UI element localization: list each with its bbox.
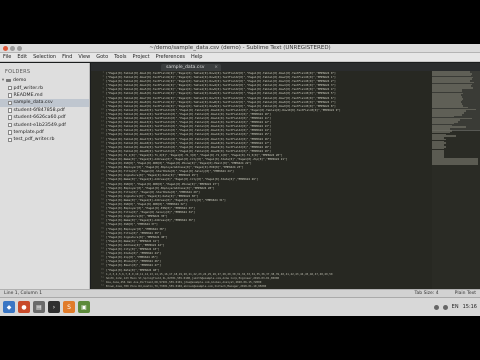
menu-goto[interactable]: Goto	[96, 54, 108, 60]
files-icon[interactable]: ▤	[33, 301, 45, 313]
editor-pane[interactable]: 1 2 3 4 5 6 7 8 9 10 11 12 13 14 15 16 17 18 19 20 21 22 23 24 2…	[91, 71, 480, 289]
menu-find[interactable]: Find	[62, 54, 72, 60]
menu-tools[interactable]: Tools	[114, 54, 126, 60]
app-launcher-icon[interactable]: ◆	[3, 301, 15, 313]
file-icon	[8, 108, 12, 113]
app-icon[interactable]: ▣	[78, 301, 90, 313]
code-line[interactable]: Brown,Alex,789 Pine Rd,Austin,TX,73301,5…	[106, 284, 432, 288]
tab-bar: sample_data.csv ×	[91, 63, 480, 71]
minimap[interactable]	[432, 71, 480, 289]
file-icon	[8, 93, 12, 98]
status-right: Tab Size: 4 Plain Text	[415, 291, 476, 296]
file-icon	[8, 137, 12, 143]
sidebar-file-label: test_pdf_writer.rb	[13, 137, 55, 143]
sidebar-file-item[interactable]: template.pdf	[0, 129, 89, 136]
file-icon	[8, 115, 12, 120]
file-icon	[8, 85, 12, 91]
window-title: ~/demo/sample_data.csv (demo) - Sublime …	[149, 45, 331, 51]
tab-sample-data[interactable]: sample_data.csv ×	[161, 64, 221, 71]
system-tray: EN 15:16	[433, 304, 477, 310]
line-number: 53	[100, 283, 104, 287]
letterbox-bottom	[0, 316, 480, 360]
menu-file[interactable]: File	[3, 54, 11, 60]
folder-icon	[6, 78, 11, 83]
sidebar-file-label: student-e1b23549.pdf	[13, 122, 66, 128]
sublime-text-icon[interactable]: S	[63, 301, 75, 313]
clock[interactable]: 15:16	[463, 304, 477, 310]
sidebar: FOLDERS ▾ demo pdf_writer.rb README.md sam…	[0, 63, 90, 289]
file-icon	[8, 100, 12, 106]
minimap-line	[432, 163, 478, 166]
folder-root[interactable]: ▾ demo	[0, 77, 89, 84]
tab-close-icon[interactable]: ×	[214, 64, 218, 71]
file-icon	[8, 130, 12, 135]
terminal-icon[interactable]: ›	[48, 301, 60, 313]
menu-bar: File Edit Selection Find View Goto Tools…	[0, 53, 480, 62]
tab-size-indicator[interactable]: Tab Size: 4	[415, 291, 439, 296]
sidebar-file-item[interactable]: student-e1b23549.pdf	[0, 121, 89, 128]
menu-project[interactable]: Project	[133, 54, 150, 60]
sidebar-file-label: README.md	[13, 92, 43, 98]
menu-preferences[interactable]: Preferences	[156, 54, 185, 60]
menu-selection[interactable]: Selection	[33, 54, 56, 60]
code-area[interactable]: ["Page1[0].Table1[0].Row1[0].TextField1[…	[106, 71, 432, 289]
sidebar-file-label: template.pdf	[13, 129, 44, 135]
sidebar-file-item[interactable]: student-6f847858.pdf	[0, 107, 89, 114]
sidebar-file-label: student-6f847858.pdf	[13, 107, 65, 113]
cursor-position: Line 1, Column 1	[4, 291, 43, 296]
menu-view[interactable]: View	[78, 54, 90, 60]
tab-label: sample_data.csv	[166, 65, 205, 70]
file-icon	[8, 122, 12, 128]
sidebar-file-label: student-6626ca60.pdf	[13, 115, 66, 121]
sidebar-file-item[interactable]: student-6626ca60.pdf	[0, 114, 89, 121]
menu-help[interactable]: Help	[191, 54, 202, 60]
sidebar-file-label: sample_data.csv	[13, 100, 53, 106]
desktop-screen: ~/demo/sample_data.csv (demo) - Sublime …	[0, 44, 480, 316]
line-number-gutter: 1 2 3 4 5 6 7 8 9 10 11 12 13 14 15 16 17 18 19 20 21 22 23 24 2…	[91, 71, 105, 289]
folder-root-label: demo	[13, 78, 27, 84]
letterbox-top	[0, 0, 480, 44]
menu-edit[interactable]: Edit	[17, 54, 27, 60]
status-bar: Line 1, Column 1 Tab Size: 4 Plain Text	[0, 289, 480, 297]
taskbar: ◆ ● ▤ › S ▣ EN 15:16	[0, 297, 480, 316]
sidebar-file-item[interactable]: sample_data.csv	[0, 99, 89, 107]
sidebar-file-label: pdf_writer.rb	[13, 85, 44, 91]
sidebar-file-item[interactable]: README.md	[0, 92, 89, 99]
file-tree: pdf_writer.rb README.md sample_data.csv stu…	[0, 84, 89, 143]
keyboard-layout[interactable]: EN	[452, 304, 459, 310]
syntax-indicator[interactable]: Plain Text	[455, 291, 476, 296]
sidebar-file-item[interactable]: pdf_writer.rb	[0, 84, 89, 91]
window-titlebar: ~/demo/sample_data.csv (demo) - Sublime …	[0, 44, 480, 53]
firefox-icon[interactable]: ●	[18, 301, 30, 313]
volume-icon[interactable]	[442, 304, 448, 310]
network-icon[interactable]	[433, 304, 439, 310]
sidebar-file-item[interactable]: test_pdf_writer.rb	[0, 136, 89, 143]
folders-heading: FOLDERS	[5, 69, 31, 75]
